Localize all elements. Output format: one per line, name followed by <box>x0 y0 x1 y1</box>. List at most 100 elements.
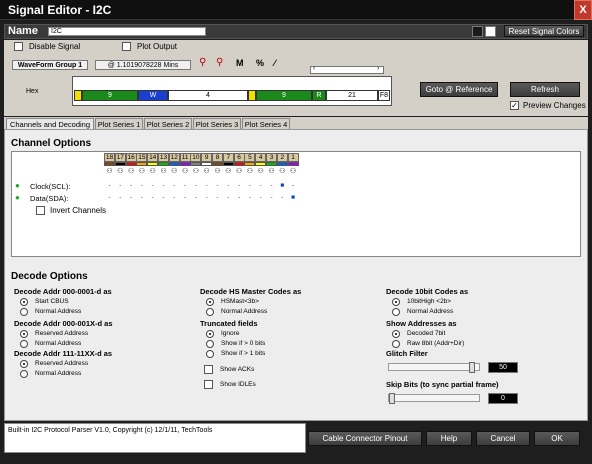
refresh-button[interactable]: Refresh <box>510 82 580 97</box>
channel-number[interactable]: 5 <box>244 153 256 162</box>
channel-assign-cell[interactable]: - <box>212 194 223 203</box>
channel-assign-cell[interactable]: - <box>201 182 212 191</box>
channel-number[interactable]: 1 <box>287 153 299 162</box>
invert-channels-checkbox[interactable] <box>36 206 45 215</box>
marker-m-icon[interactable]: M <box>236 58 250 70</box>
decode-option-radio[interactable] <box>206 298 214 306</box>
decode-option-radio[interactable] <box>20 330 28 338</box>
channel-assign-cell[interactable]: - <box>244 182 255 191</box>
skip-bits-slider[interactable] <box>388 393 480 404</box>
ok-button[interactable]: OK <box>534 431 580 446</box>
goto-reference-button[interactable]: Goto @ Reference <box>420 82 498 97</box>
channel-number[interactable]: 13 <box>158 153 169 162</box>
channel-assign-cell[interactable]: - <box>223 194 234 203</box>
channel-assign-cell[interactable]: - <box>169 182 180 191</box>
channel-assign-cell[interactable]: - <box>201 194 212 203</box>
tab-plot-series-2[interactable]: Plot Series 2 <box>144 118 192 129</box>
channel-assign-cell[interactable]: - <box>288 182 299 191</box>
channel-number[interactable]: 14 <box>147 153 159 162</box>
channel-number[interactable]: 15 <box>136 153 148 162</box>
tab-plot-series-1[interactable]: Plot Series 1 <box>95 118 143 129</box>
color-swatch-dark[interactable] <box>472 26 483 37</box>
channel-assign-cell[interactable]: - <box>234 182 245 191</box>
skip-bits-thumb[interactable] <box>389 393 395 404</box>
decode-option-radio[interactable] <box>392 340 400 348</box>
channel-assign-cell[interactable]: - <box>136 194 147 203</box>
channel-assign-cell[interactable]: - <box>255 182 266 191</box>
channel-number[interactable]: 10 <box>190 153 202 162</box>
channel-assign-cell[interactable]: - <box>126 194 137 203</box>
decode-option-radio[interactable] <box>20 340 28 348</box>
channel-assign-cell[interactable]: - <box>266 194 277 203</box>
channel-number[interactable]: 8 <box>212 153 223 162</box>
channel-assign-cell[interactable]: - <box>266 182 277 191</box>
waveform-group-button[interactable]: WaveForm Group 1 <box>12 60 88 70</box>
channel-assign-cell[interactable]: - <box>223 182 234 191</box>
channel-assign-cell[interactable]: - <box>147 194 158 203</box>
channel-assign-cell[interactable]: ■ <box>288 194 299 203</box>
channel-assign-cell[interactable]: - <box>190 182 201 191</box>
channel-assign-cell[interactable]: ■ <box>277 182 288 191</box>
scroll-right-icon[interactable]: › <box>377 65 379 72</box>
decode-option-radio[interactable] <box>206 350 214 358</box>
channel-assign-cell[interactable]: - <box>180 194 191 203</box>
channel-number[interactable]: 12 <box>168 153 180 162</box>
decode-option-radio[interactable] <box>392 298 400 306</box>
channel-assign-cell[interactable]: - <box>136 182 147 191</box>
channel-number[interactable]: 4 <box>255 153 267 162</box>
tab-plot-series-4[interactable]: Plot Series 4 <box>242 118 290 129</box>
channel-assign-cell[interactable]: - <box>158 182 169 191</box>
decode-option-radio[interactable] <box>206 330 214 338</box>
channel-number[interactable]: 3 <box>266 153 277 162</box>
channel-number[interactable]: 11 <box>179 153 191 162</box>
zoom-out-icon[interactable]: ⚲ <box>216 57 230 71</box>
cable-connector-pinout-button[interactable]: Cable Connector Pinout <box>308 431 422 446</box>
marker-slash-icon[interactable]: ⁄ <box>274 58 288 70</box>
waveform-scrollbar[interactable]: ‹ › <box>310 65 384 74</box>
help-button[interactable]: Help <box>426 431 472 446</box>
decode-option-radio[interactable] <box>20 370 28 378</box>
channel-number[interactable]: 6 <box>233 153 245 162</box>
name-input[interactable]: I2C <box>48 27 206 36</box>
marker-percent-icon[interactable]: % <box>256 58 270 70</box>
channel-assign-cell[interactable]: - <box>115 194 126 203</box>
decode-option-radio[interactable] <box>20 360 28 368</box>
decode-option-radio[interactable] <box>206 340 214 348</box>
channel-assign-cell[interactable]: - <box>212 182 223 191</box>
plot-output-checkbox[interactable] <box>122 42 131 51</box>
channel-assign-cell[interactable]: - <box>126 182 137 191</box>
channel-number[interactable]: 16 <box>125 153 137 162</box>
channel-assign-cell[interactable]: - <box>190 194 201 203</box>
disable-signal-checkbox[interactable] <box>14 42 23 51</box>
scroll-left-icon[interactable]: ‹ <box>313 65 315 72</box>
channel-assign-cell[interactable]: - <box>115 182 126 191</box>
glitch-filter-slider[interactable] <box>388 362 480 373</box>
channel-assign-cell[interactable]: - <box>277 194 288 203</box>
channel-assign-cell[interactable]: - <box>169 194 180 203</box>
close-button[interactable]: X <box>574 0 592 20</box>
channel-assign-cell[interactable]: - <box>104 182 115 191</box>
channel-number[interactable]: 9 <box>201 153 213 162</box>
channel-assign-cell[interactable]: - <box>147 182 158 191</box>
channel-assign-cell[interactable]: - <box>255 194 266 203</box>
channel-assign-cell[interactable]: - <box>244 194 255 203</box>
glitch-filter-thumb[interactable] <box>468 362 475 373</box>
tab-channels-and-decoding[interactable]: Channels and Decoding <box>6 118 94 129</box>
show-acks-checkbox[interactable] <box>204 365 213 374</box>
tab-plot-series-3[interactable]: Plot Series 3 <box>193 118 241 129</box>
channel-assign-cell[interactable]: - <box>158 194 169 203</box>
decode-option-radio[interactable] <box>20 308 28 316</box>
decode-option-radio[interactable] <box>392 330 400 338</box>
decode-option-radio[interactable] <box>20 298 28 306</box>
skip-bits-value[interactable]: 0 <box>488 393 518 404</box>
decode-option-radio[interactable] <box>392 308 400 316</box>
channel-number[interactable]: 17 <box>114 153 126 162</box>
reset-signal-colors-button[interactable]: Reset Signal Colors <box>504 25 584 37</box>
channel-number[interactable]: 7 <box>222 153 234 162</box>
channel-assign-cell[interactable]: - <box>234 194 245 203</box>
cancel-button[interactable]: Cancel <box>476 431 530 446</box>
channel-number[interactable]: 18 <box>104 153 115 162</box>
glitch-filter-value[interactable]: 50 <box>488 362 518 373</box>
zoom-to-cursor-icon[interactable]: ⚲ <box>199 57 213 71</box>
decode-option-radio[interactable] <box>206 308 214 316</box>
